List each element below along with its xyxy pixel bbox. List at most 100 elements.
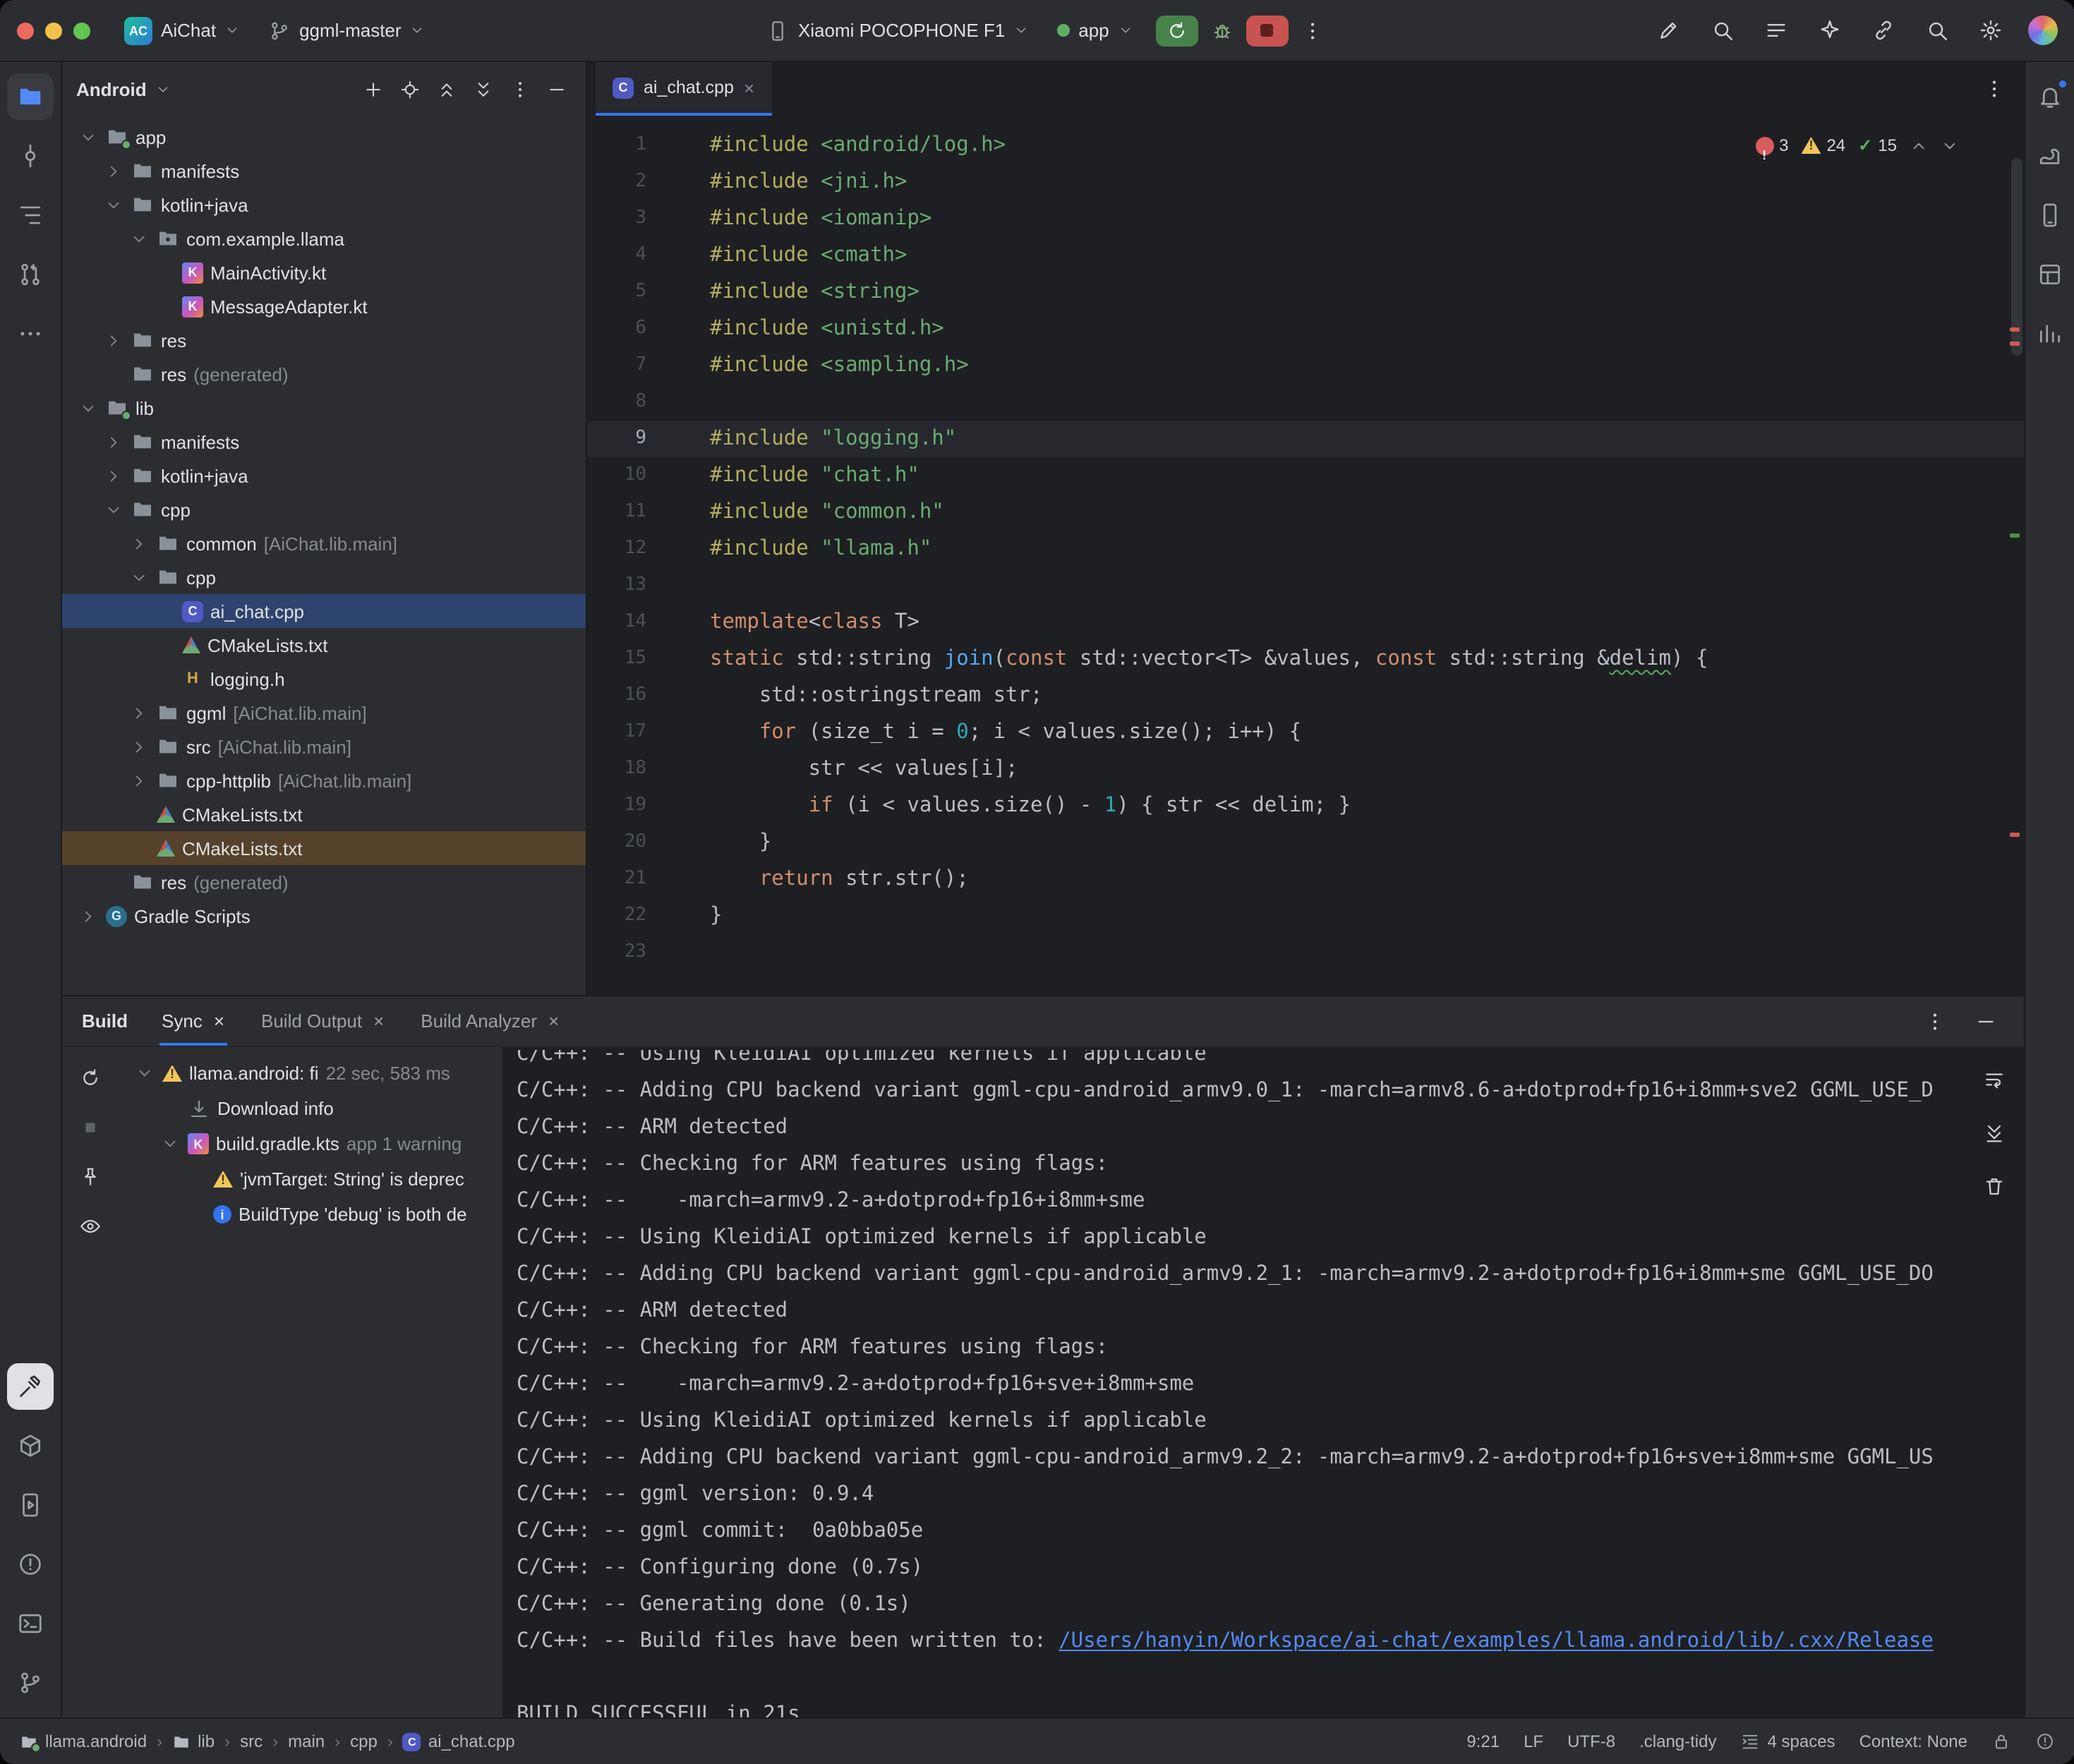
chevron-right-icon[interactable] xyxy=(102,162,124,180)
tree-item-logging-h[interactable]: Hlogging.h xyxy=(62,662,586,696)
settings-icon[interactable] xyxy=(1972,12,2008,49)
project-view-selector[interactable]: Android xyxy=(76,78,147,99)
share-link-icon[interactable] xyxy=(1864,12,1901,49)
code-line-11[interactable]: 11#include "common.h" xyxy=(587,494,2024,531)
tree-item-build-gradle-kts[interactable]: Kbuild.gradle.ktsapp 1 warning xyxy=(119,1126,502,1161)
line-separator[interactable]: LF xyxy=(1524,1732,1543,1751)
structure-view-icon[interactable] xyxy=(1757,12,1794,49)
pull-requests-icon[interactable] xyxy=(7,251,54,298)
more-toolwindows-icon[interactable] xyxy=(7,310,54,357)
console-link[interactable]: /Users/hanyin/Workspace/ai-chat/examples… xyxy=(1059,1630,1934,1653)
ai-edit-icon[interactable] xyxy=(1650,12,1687,49)
tree-item-com-example-llama[interactable]: com.example.llama xyxy=(62,222,586,255)
notifications-icon[interactable] xyxy=(2027,73,2073,120)
chevron-down-icon[interactable] xyxy=(127,568,150,586)
tree-item-jvmtarget-string-is-deprec[interactable]: !'jvmTarget: String' is deprec xyxy=(119,1161,502,1197)
run-button[interactable] xyxy=(1156,15,1198,46)
close-tab-icon[interactable]: × xyxy=(548,1010,559,1032)
chevron-down-icon[interactable] xyxy=(76,399,99,417)
tree-item-cpp-httplib[interactable]: cpp-httplib[AiChat.lib.main] xyxy=(62,763,586,797)
editor-scrollbar[interactable] xyxy=(2011,158,2022,356)
code-line-13[interactable]: 13 xyxy=(587,567,2024,604)
debug-button[interactable] xyxy=(1204,12,1241,49)
next-problem-icon[interactable] xyxy=(1941,136,1959,155)
pin-tab-icon[interactable] xyxy=(73,1160,107,1194)
chevron-right-icon[interactable] xyxy=(127,534,150,552)
tree-item-messageadapter-kt[interactable]: KMessageAdapter.kt xyxy=(62,289,586,323)
tree-item-ai-chat-cpp[interactable]: Cai_chat.cpp xyxy=(62,594,586,628)
chevron-right-icon[interactable] xyxy=(76,907,99,925)
file-encoding[interactable]: UTF-8 xyxy=(1567,1732,1615,1751)
tree-item-app[interactable]: app xyxy=(62,120,586,154)
tree-item-kotlin-java[interactable]: kotlin+java xyxy=(62,188,586,222)
close-tab-icon[interactable]: × xyxy=(744,77,754,98)
breadcrumb-ai-chat-cpp[interactable]: Cai_chat.cpp xyxy=(403,1732,515,1751)
code-line-21[interactable]: 21 return str.str(); xyxy=(587,861,2024,898)
chevron-down-icon[interactable] xyxy=(155,81,171,97)
minimize-window-button[interactable] xyxy=(45,22,62,39)
code-line-20[interactable]: 20 } xyxy=(587,824,2024,861)
problems-toolwindow-icon[interactable] xyxy=(7,1541,54,1588)
running-devices-icon[interactable] xyxy=(7,1482,54,1528)
chevron-right-icon[interactable] xyxy=(127,703,150,722)
prev-problem-icon[interactable] xyxy=(1910,136,1928,155)
code-editor[interactable]: 1#include <android/log.h>2#include <jni.… xyxy=(587,116,2024,995)
code-line-12[interactable]: 12#include "llama.h" xyxy=(587,531,2024,567)
build-tab-build-analyzer[interactable]: Build Analyzer× xyxy=(418,996,562,1046)
tree-item-cpp[interactable]: cpp xyxy=(62,493,586,526)
passed-count[interactable]: ✓15 xyxy=(1858,127,1897,164)
code-line-9[interactable]: 9#include "logging.h" xyxy=(587,421,2024,457)
close-tab-icon[interactable]: × xyxy=(373,1010,384,1032)
warning-count[interactable]: !24 xyxy=(1801,127,1845,164)
gradle-toolwindow-icon[interactable] xyxy=(2027,133,2073,179)
indentation-widget[interactable]: 4 spaces xyxy=(1741,1732,1835,1751)
hide-panel-icon[interactable] xyxy=(541,73,572,104)
resource-context[interactable]: Context: None xyxy=(1859,1732,1967,1751)
breadcrumb-cpp[interactable]: cpp xyxy=(350,1732,378,1751)
search-everywhere-icon[interactable] xyxy=(1918,12,1955,49)
build-toolwindow-icon[interactable] xyxy=(7,1363,54,1410)
chevron-right-icon[interactable] xyxy=(102,331,124,349)
clang-tidy-widget[interactable]: .clang-tidy xyxy=(1639,1732,1716,1751)
tree-item-src[interactable]: src[AiChat.lib.main] xyxy=(62,730,586,763)
tree-item-res[interactable]: res(generated) xyxy=(62,865,586,899)
branch-selector[interactable]: ggml-master xyxy=(257,15,437,46)
tree-item-buildtype-debug-is-both-de[interactable]: iBuildType 'debug' is both de xyxy=(119,1197,502,1232)
collapse-all-icon[interactable] xyxy=(467,73,498,104)
chevron-down-icon[interactable] xyxy=(133,1064,155,1082)
stop-build-icon[interactable] xyxy=(73,1111,107,1144)
layout-inspector-icon[interactable] xyxy=(2027,251,2073,298)
clear-console-icon[interactable] xyxy=(1976,1168,2013,1205)
tree-item-ggml[interactable]: ggml[AiChat.lib.main] xyxy=(62,696,586,730)
tree-item-common[interactable]: common[AiChat.lib.main] xyxy=(62,526,586,560)
app-insights-icon[interactable] xyxy=(2027,310,2073,357)
build-tab-sync[interactable]: Sync× xyxy=(159,996,227,1046)
tree-item-lib[interactable]: lib xyxy=(62,391,586,425)
tree-item-cmakelists-txt[interactable]: CMakeLists.txt xyxy=(62,628,586,662)
packages-toolwindow-icon[interactable] xyxy=(7,1422,54,1469)
expand-all-icon[interactable] xyxy=(430,73,462,104)
tree-item-cmakelists-txt[interactable]: CMakeLists.txt xyxy=(62,831,586,865)
profile-avatar[interactable] xyxy=(2028,16,2058,45)
code-line-15[interactable]: 15static std::string join(const std::vec… xyxy=(587,641,2024,677)
commit-toolwindow-icon[interactable] xyxy=(7,133,54,179)
code-line-23[interactable]: 23 xyxy=(587,934,2024,971)
tree-item-gradle-scripts[interactable]: GGradle Scripts xyxy=(62,899,586,933)
code-line-7[interactable]: 7#include <sampling.h> xyxy=(587,347,2024,384)
chevron-right-icon[interactable] xyxy=(127,771,150,790)
breadcrumb-lib[interactable]: lib xyxy=(172,1732,215,1751)
code-line-4[interactable]: 4#include <cmath> xyxy=(587,237,2024,274)
chevron-down-icon[interactable] xyxy=(127,229,150,248)
error-count[interactable]: !3 xyxy=(1755,127,1788,164)
tree-item-manifests[interactable]: manifests xyxy=(62,154,586,188)
code-line-2[interactable]: 2#include <jni.h> xyxy=(587,164,2024,200)
terminal-toolwindow-icon[interactable] xyxy=(7,1600,54,1647)
readonly-toggle[interactable] xyxy=(1991,1732,2011,1751)
stop-button[interactable] xyxy=(1246,15,1289,46)
show-filter-icon[interactable] xyxy=(73,1209,107,1243)
code-line-18[interactable]: 18 str << values[i]; xyxy=(587,751,2024,787)
tree-item-cpp[interactable]: cpp xyxy=(62,560,586,594)
find-in-files-icon[interactable] xyxy=(1704,12,1740,49)
code-line-5[interactable]: 5#include <string> xyxy=(587,274,2024,310)
editor-tab-ai-chat-cpp[interactable]: C ai_chat.cpp × xyxy=(596,62,771,116)
